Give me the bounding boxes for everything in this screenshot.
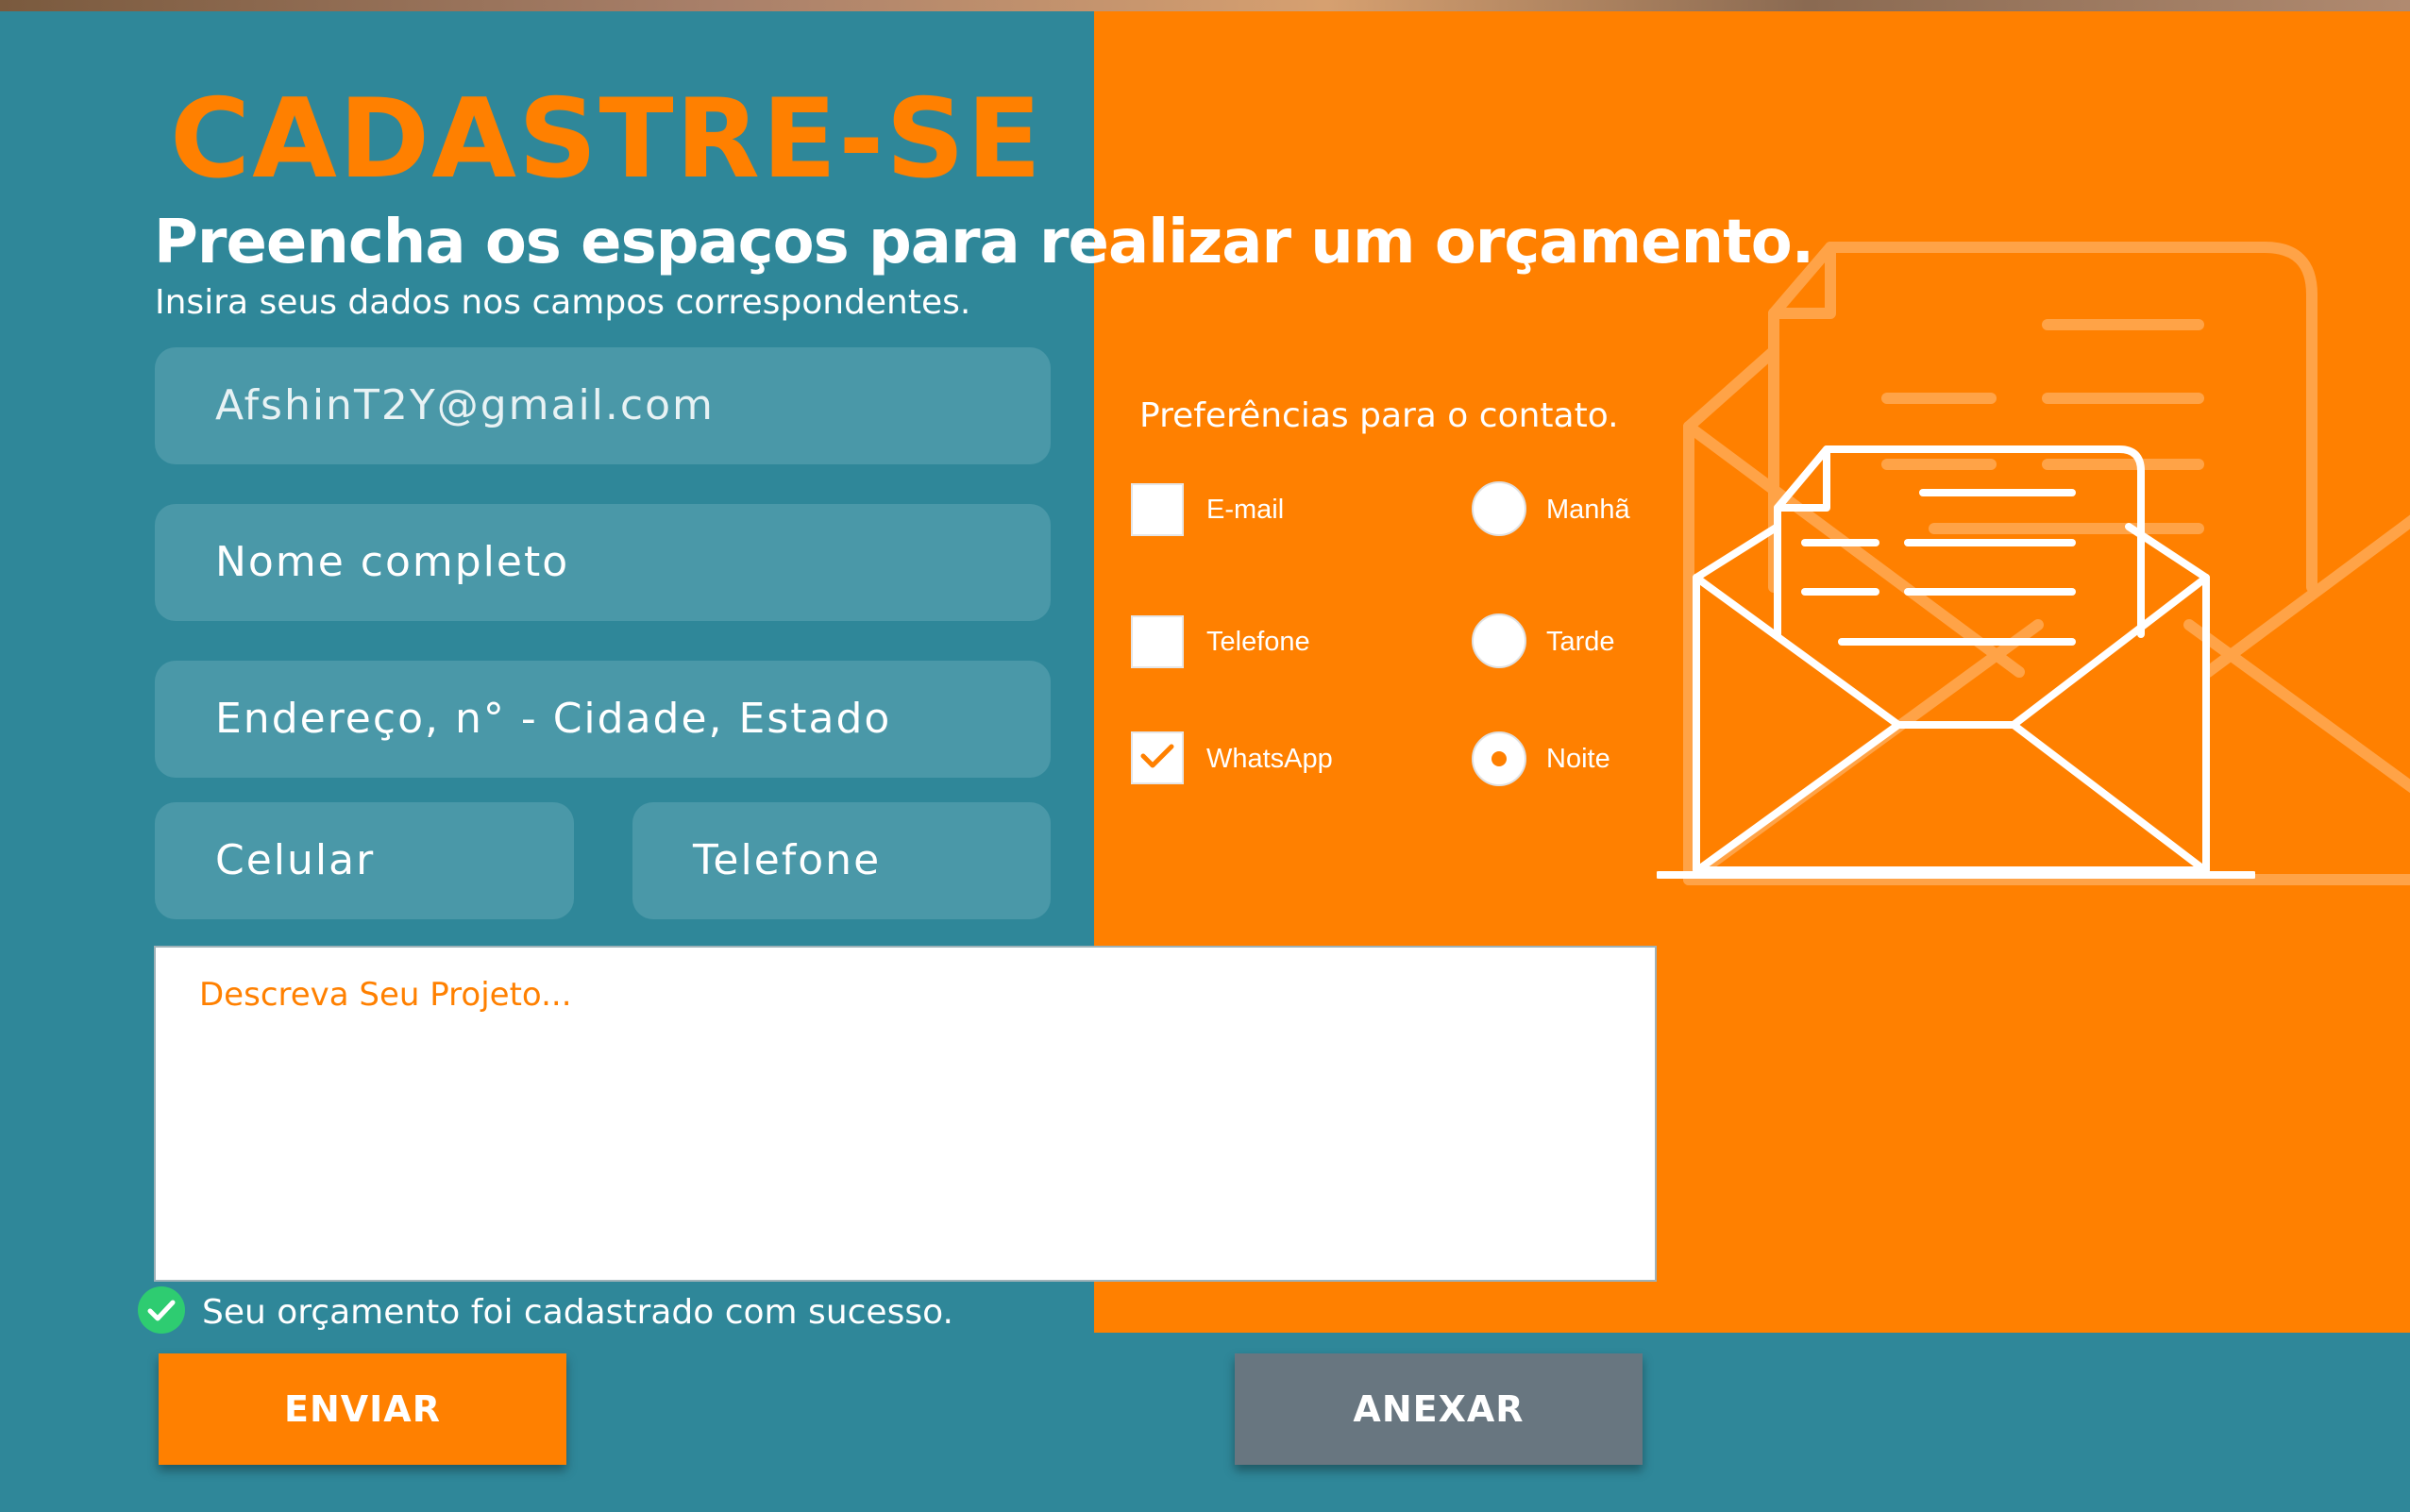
project-description-placeholder: Descreva Seu Projeto... xyxy=(199,976,572,1014)
afternoon-radio[interactable] xyxy=(1472,613,1526,668)
check-icon xyxy=(1140,744,1174,768)
cellphone-field[interactable]: Celular xyxy=(155,802,574,919)
whatsapp-checkbox-label: WhatsApp xyxy=(1206,744,1333,774)
full-name-field[interactable]: Nome completo xyxy=(155,504,1051,621)
check-circle-icon xyxy=(138,1286,185,1334)
page-title: CADASTRE-SE xyxy=(170,76,1044,203)
attach-button[interactable]: ANEXAR xyxy=(1235,1353,1643,1465)
phone-checkbox-label: Telefone xyxy=(1206,627,1310,657)
night-radio-label: Noite xyxy=(1546,744,1610,774)
phone-checkbox[interactable] xyxy=(1131,615,1184,668)
morning-radio-label: Manhã xyxy=(1546,495,1630,525)
morning-radio[interactable] xyxy=(1472,481,1526,536)
email-checkbox[interactable] xyxy=(1131,483,1184,536)
afternoon-radio-label: Tarde xyxy=(1546,627,1615,657)
night-radio[interactable] xyxy=(1472,731,1526,786)
page-subtitle: Preencha os espaços para realizar um orç… xyxy=(154,208,1814,277)
form-instructions: Insira seus dados nos campos corresponde… xyxy=(155,283,971,322)
phone-field[interactable]: Telefone xyxy=(632,802,1051,919)
success-message: Seu orçamento foi cadastrado com sucesso… xyxy=(202,1293,953,1332)
header-photo-strip xyxy=(0,0,2410,11)
project-description-textarea[interactable]: Descreva Seu Projeto... xyxy=(154,946,1657,1282)
radio-selected-dot xyxy=(1492,751,1507,766)
whatsapp-checkbox[interactable] xyxy=(1131,731,1184,784)
open-envelope-icon xyxy=(1657,445,2255,879)
address-field[interactable]: Endereço, n° - Cidade, Estado xyxy=(155,661,1051,778)
contact-preferences-title: Preferências para o contato. xyxy=(1139,396,1619,435)
email-checkbox-label: E-mail xyxy=(1206,495,1285,525)
email-field[interactable]: AfshinT2Y@gmail.com xyxy=(155,347,1051,464)
send-button[interactable]: ENVIAR xyxy=(159,1353,566,1465)
